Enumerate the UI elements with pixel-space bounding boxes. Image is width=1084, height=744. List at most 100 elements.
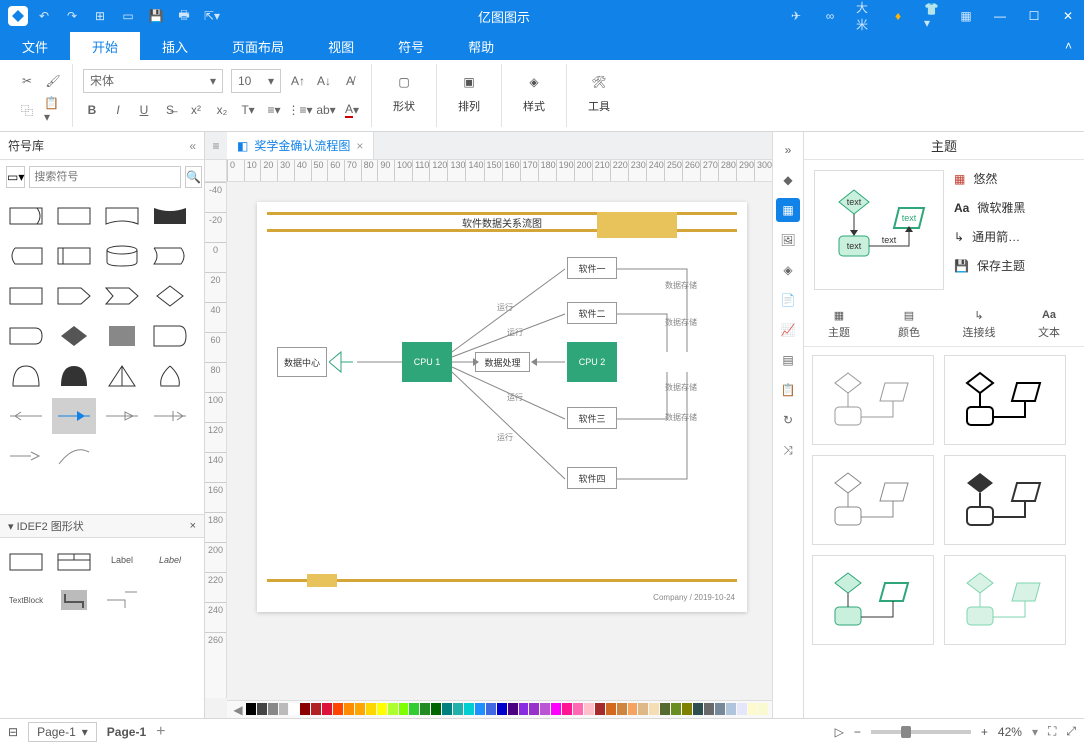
format-painter-icon[interactable]: 🖌 xyxy=(44,72,62,90)
shape-item[interactable] xyxy=(148,398,192,434)
print-icon[interactable]: 🖶 xyxy=(176,8,192,24)
open-icon[interactable]: ▭ xyxy=(120,8,136,24)
send-icon[interactable]: ✈ xyxy=(788,8,804,24)
node-proc[interactable]: 数据处理 xyxy=(475,352,530,372)
maximize-button[interactable]: ☐ xyxy=(1026,8,1042,24)
shape-item[interactable] xyxy=(52,582,96,618)
zoom-value[interactable]: 42% xyxy=(998,725,1022,739)
color-swatch[interactable] xyxy=(409,703,419,715)
font-color-icon[interactable]: A▾ xyxy=(343,101,361,119)
zoom-in-icon[interactable]: + xyxy=(981,725,988,739)
clipboard-icon[interactable]: 📋 xyxy=(776,378,800,402)
color-swatch[interactable] xyxy=(366,703,376,715)
search-button[interactable]: 🔍 xyxy=(185,166,202,188)
color-swatch[interactable] xyxy=(311,703,321,715)
color-swatch[interactable] xyxy=(715,703,725,715)
tools-tool[interactable]: 🛠工具 xyxy=(577,66,621,114)
color-swatch[interactable] xyxy=(475,703,485,715)
color-swatch[interactable] xyxy=(551,703,561,715)
drawing-page[interactable]: 软件数据关系流图 数据中心 CPU 1 CPU 2 数据处理 软件一 软件二 软… xyxy=(257,202,747,612)
color-swatch[interactable] xyxy=(682,703,692,715)
shape-item[interactable] xyxy=(148,358,192,394)
color-swatch[interactable] xyxy=(497,703,507,715)
redo-icon[interactable]: ↷ xyxy=(64,8,80,24)
node-cpu1[interactable]: CPU 1 xyxy=(402,342,452,382)
canvas[interactable]: 软件数据关系流图 数据中心 CPU 1 CPU 2 数据处理 软件一 软件二 软… xyxy=(227,182,772,698)
node-sw4[interactable]: 软件四 xyxy=(567,467,617,489)
font-family-select[interactable]: 宋体▾ xyxy=(83,69,223,93)
color-swatch[interactable] xyxy=(453,703,463,715)
bold-icon[interactable]: B xyxy=(83,101,101,119)
theme-card[interactable] xyxy=(812,355,934,445)
minimize-button[interactable]: ― xyxy=(992,8,1008,24)
collapse-ribbon-icon[interactable]: ˄ xyxy=(1065,39,1072,53)
color-swatch[interactable] xyxy=(399,703,409,715)
tab-list-icon[interactable]: ≡ xyxy=(205,132,227,159)
theme-card[interactable] xyxy=(812,555,934,645)
color-swatch[interactable] xyxy=(529,703,539,715)
menu-insert[interactable]: 插入 xyxy=(140,32,210,60)
history-icon[interactable]: ↻ xyxy=(776,408,800,432)
theme-opt-name[interactable]: ▦悠然 xyxy=(954,170,1074,187)
color-swatch[interactable] xyxy=(562,703,572,715)
color-swatch[interactable] xyxy=(257,703,267,715)
line-spacing-icon[interactable]: ≡▾ xyxy=(265,101,283,119)
color-swatch[interactable] xyxy=(660,703,670,715)
menu-symbol[interactable]: 符号 xyxy=(376,32,446,60)
theme-card[interactable] xyxy=(944,455,1066,545)
paste-icon[interactable]: 📋▾ xyxy=(44,101,62,119)
theme-tab-color[interactable]: ▤颜色 xyxy=(874,300,944,346)
italic-icon[interactable]: I xyxy=(109,101,127,119)
clear-format-icon[interactable]: A̸ xyxy=(341,72,359,90)
copy-icon[interactable]: ⿻ xyxy=(18,101,36,119)
color-swatch[interactable] xyxy=(464,703,474,715)
theme-icon[interactable]: ▦ xyxy=(776,198,800,222)
color-swatch[interactable] xyxy=(617,703,627,715)
color-swatch[interactable] xyxy=(486,703,496,715)
color-swatch[interactable] xyxy=(355,703,365,715)
shape-item[interactable] xyxy=(4,358,48,394)
node-data-center[interactable]: 数据中心 xyxy=(277,347,327,377)
shape-item[interactable] xyxy=(4,198,48,234)
color-swatch[interactable] xyxy=(519,703,529,715)
menu-view[interactable]: 视图 xyxy=(306,32,376,60)
superscript-icon[interactable]: x² xyxy=(187,101,205,119)
style-tool[interactable]: ◈样式 xyxy=(512,66,556,114)
text-direction-icon[interactable]: T▾ xyxy=(239,101,257,119)
chart-icon[interactable]: 📈 xyxy=(776,318,800,342)
shape-item[interactable] xyxy=(4,438,48,474)
undo-icon[interactable]: ↶ xyxy=(36,8,52,24)
color-swatch[interactable] xyxy=(300,703,310,715)
shape-item[interactable] xyxy=(4,542,48,578)
shape-item[interactable] xyxy=(100,358,144,394)
color-swatch[interactable] xyxy=(322,703,332,715)
shape-item[interactable] xyxy=(52,198,96,234)
node-sw2[interactable]: 软件二 xyxy=(567,302,617,324)
close-tab-icon[interactable]: × xyxy=(356,139,363,153)
table-icon[interactable]: ▤ xyxy=(776,348,800,372)
highlight-icon[interactable]: ab▾ xyxy=(317,101,335,119)
color-swatch[interactable] xyxy=(638,703,648,715)
theme-card[interactable] xyxy=(944,355,1066,445)
shape-item[interactable] xyxy=(148,198,192,234)
shape-item[interactable] xyxy=(148,238,192,274)
theme-card[interactable] xyxy=(812,455,934,545)
vip-badge-icon[interactable]: ♦ xyxy=(890,8,906,24)
color-swatch[interactable] xyxy=(333,703,343,715)
theme-tab-theme[interactable]: ▦主题 xyxy=(804,300,874,346)
node-cpu2[interactable]: CPU 2 xyxy=(567,342,617,382)
node-sw1[interactable]: 软件一 xyxy=(567,257,617,279)
theme-tab-connector[interactable]: ↳连接线 xyxy=(944,300,1014,346)
color-swatch[interactable] xyxy=(606,703,616,715)
layers-icon[interactable]: ◈ xyxy=(776,258,800,282)
color-swatch[interactable] xyxy=(573,703,583,715)
document-tab[interactable]: ◧ 奖学金确认流程图 × xyxy=(227,132,374,159)
shape-item[interactable] xyxy=(4,318,48,354)
color-swatch[interactable] xyxy=(377,703,387,715)
color-swatch[interactable] xyxy=(540,703,550,715)
underline-icon[interactable]: U xyxy=(135,101,153,119)
export-icon[interactable]: ⇱▾ xyxy=(204,8,220,24)
color-swatch[interactable] xyxy=(704,703,714,715)
close-button[interactable]: ✕ xyxy=(1060,8,1076,24)
shape-item[interactable] xyxy=(148,318,192,354)
